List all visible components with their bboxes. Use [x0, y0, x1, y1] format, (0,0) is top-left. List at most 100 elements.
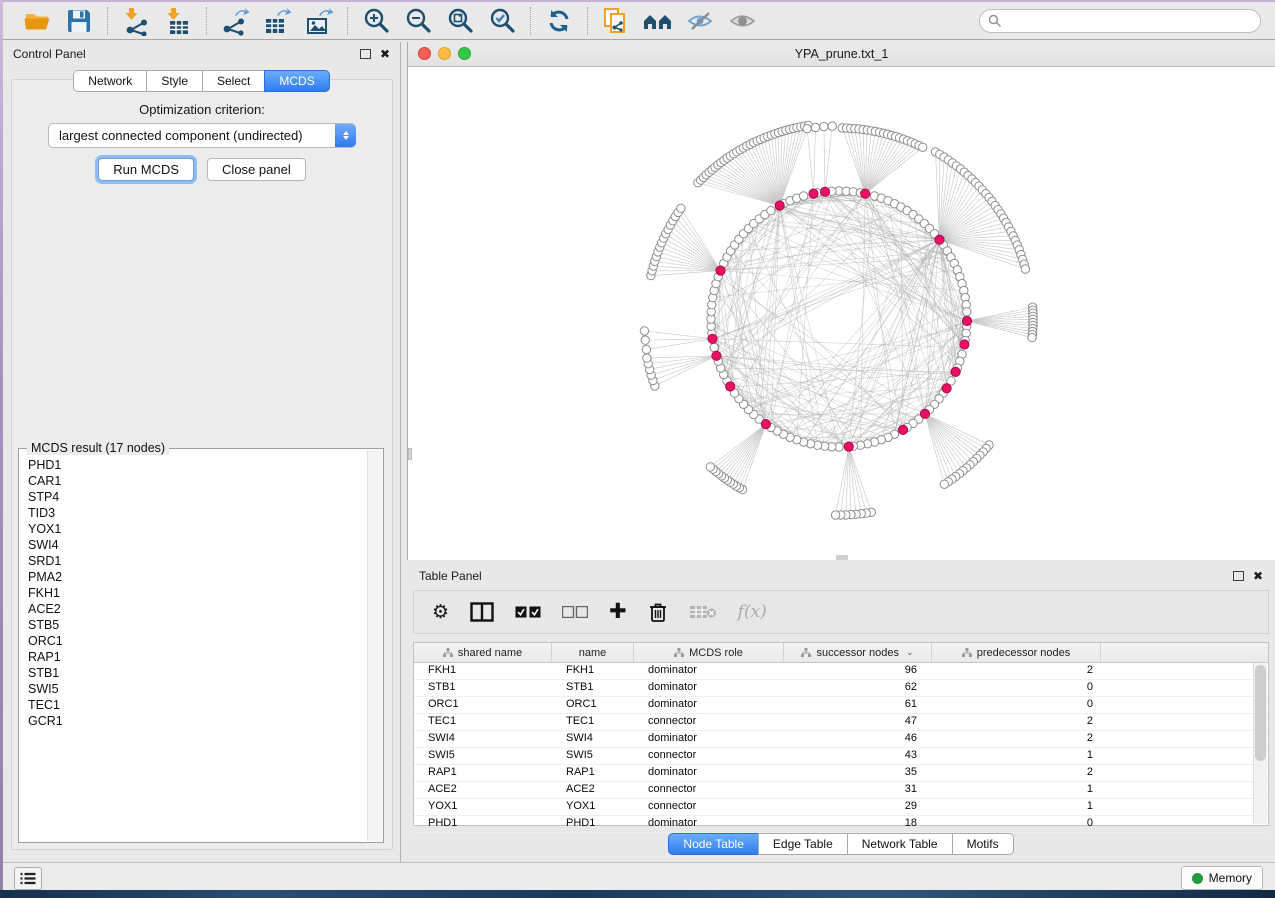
- table-row[interactable]: RAP1RAP1dominator352: [414, 765, 1268, 782]
- table-cell: connector: [634, 782, 784, 798]
- table-row[interactable]: FKH1FKH1dominator962: [414, 663, 1268, 680]
- mcds-result-item[interactable]: SWI5: [20, 681, 368, 697]
- column-type-icon: [674, 648, 684, 657]
- zoom-in-button[interactable]: [361, 6, 391, 36]
- function-icon: f(x): [738, 602, 767, 622]
- table-cell: ORC1: [414, 697, 552, 713]
- desktop-wallpaper-bottom: [0, 890, 1275, 898]
- tab-motifs[interactable]: Motifs: [952, 833, 1014, 855]
- mcds-result-item[interactable]: CAR1: [20, 473, 368, 489]
- tab-network[interactable]: Network: [73, 70, 146, 92]
- table-row[interactable]: YOX1YOX1connector291: [414, 799, 1268, 816]
- mcds-result-item[interactable]: RAP1: [20, 649, 368, 665]
- deselect-all-columns-button[interactable]: [562, 600, 588, 624]
- close-panel-icon[interactable]: ✖: [380, 49, 390, 59]
- mcds-result-item[interactable]: PMA2: [20, 569, 368, 585]
- table-cell: 1: [932, 799, 1101, 815]
- optimization-criterion-select[interactable]: largest connected component (undirected): [48, 123, 356, 148]
- search-input[interactable]: [979, 9, 1261, 33]
- table-row[interactable]: SWI5SWI5connector431: [414, 748, 1268, 765]
- mcds-result-list[interactable]: PHD1CAR1STP4TID3YOX1SWI4SRD1PMA2FKH1ACE2…: [20, 457, 368, 841]
- control-panel-title: Control Panel: [13, 47, 86, 61]
- column-header-predecessor-nodes[interactable]: predecessor nodes: [932, 643, 1101, 662]
- table-cell: FKH1: [414, 663, 552, 679]
- first-neighbors-button[interactable]: [643, 6, 673, 36]
- save-icon: [66, 8, 92, 34]
- table-cell: 46: [784, 731, 932, 747]
- table-scrollbar[interactable]: [1253, 663, 1267, 824]
- column-header-name[interactable]: name: [552, 643, 634, 662]
- mcds-result-item[interactable]: GCR1: [20, 713, 368, 729]
- export-image-button[interactable]: [304, 6, 334, 36]
- zoom-selected-button[interactable]: [487, 6, 517, 36]
- mcds-result-item[interactable]: STB1: [20, 665, 368, 681]
- mcds-result-item[interactable]: ORC1: [20, 633, 368, 649]
- minimize-window-icon[interactable]: [438, 47, 451, 60]
- show-panel-list-button[interactable]: [14, 867, 42, 890]
- open-button[interactable]: [22, 6, 52, 36]
- import-network-button[interactable]: [121, 6, 151, 36]
- maximize-window-icon[interactable]: [458, 47, 471, 60]
- export-network-button[interactable]: [220, 6, 250, 36]
- mcds-result-item[interactable]: STB5: [20, 617, 368, 633]
- close-panel-icon[interactable]: ✖: [1253, 571, 1263, 581]
- mcds-list-scrollbar[interactable]: [367, 450, 382, 841]
- export-table-button[interactable]: [262, 6, 292, 36]
- table-row[interactable]: STB1STB1dominator620: [414, 680, 1268, 697]
- memory-button[interactable]: Memory: [1181, 866, 1263, 890]
- mcds-result-item[interactable]: PHD1: [20, 457, 368, 473]
- tab-select[interactable]: Select: [202, 70, 264, 92]
- split-panel-button[interactable]: [470, 600, 494, 624]
- zoom-fit-button[interactable]: [445, 6, 475, 36]
- mcds-result-item[interactable]: SRD1: [20, 553, 368, 569]
- import-table-button[interactable]: [163, 6, 193, 36]
- mcds-result-item[interactable]: FKH1: [20, 585, 368, 601]
- table-cell: 43: [784, 748, 932, 764]
- network-vertical-scrollbar-thumb[interactable]: [408, 448, 412, 460]
- table-row[interactable]: TEC1TEC1connector472: [414, 714, 1268, 731]
- table-row[interactable]: ORC1ORC1dominator610: [414, 697, 1268, 714]
- select-all-columns-button[interactable]: [515, 600, 541, 624]
- column-header-successor-nodes[interactable]: successor nodes⌄: [784, 643, 932, 662]
- column-settings-button[interactable]: ⚙: [432, 600, 449, 624]
- column-header-mcds-role[interactable]: MCDS role: [634, 643, 784, 662]
- mcds-result-item[interactable]: SWI4: [20, 537, 368, 553]
- network-graph[interactable]: [408, 67, 1275, 560]
- new-network-from-selection-button[interactable]: [601, 6, 631, 36]
- network-canvas[interactable]: [408, 67, 1275, 560]
- table-cell: 31: [784, 782, 932, 798]
- list-icon: [20, 872, 36, 885]
- zoom-out-button[interactable]: [403, 6, 433, 36]
- zoom-fit-icon: [446, 7, 474, 35]
- search-field[interactable]: [979, 9, 1261, 33]
- mcds-result-item[interactable]: ACE2: [20, 601, 368, 617]
- float-panel-icon[interactable]: [360, 49, 371, 59]
- save-button[interactable]: [64, 6, 94, 36]
- mcds-result-item[interactable]: TEC1: [20, 697, 368, 713]
- run-mcds-button[interactable]: Run MCDS: [98, 158, 194, 181]
- network-window-titlebar[interactable]: YPA_prune.txt_1: [408, 42, 1275, 67]
- add-column-button[interactable]: ✚: [609, 600, 627, 624]
- tab-node-table[interactable]: Node Table: [668, 833, 758, 855]
- delete-column-button[interactable]: [648, 600, 668, 624]
- network-horizontal-scrollbar-thumb[interactable]: [836, 555, 848, 560]
- table-row[interactable]: ACE2ACE2connector311: [414, 782, 1268, 799]
- mcds-result-item[interactable]: TID3: [20, 505, 368, 521]
- table-row[interactable]: PHD1PHD1dominator180: [414, 816, 1268, 833]
- show-all-button[interactable]: [727, 6, 757, 36]
- float-panel-icon[interactable]: [1233, 571, 1244, 581]
- table-scrollbar-thumb[interactable]: [1255, 665, 1266, 761]
- close-panel-button[interactable]: Close panel: [207, 158, 306, 181]
- close-window-icon[interactable]: [418, 47, 431, 60]
- apply-layout-button[interactable]: [544, 6, 574, 36]
- mcds-result-item[interactable]: YOX1: [20, 521, 368, 537]
- mcds-result-item[interactable]: STP4: [20, 489, 368, 505]
- column-header-shared-name[interactable]: shared name: [414, 643, 552, 662]
- tab-edge-table[interactable]: Edge Table: [758, 833, 847, 855]
- table-row[interactable]: SWI4SWI4dominator462: [414, 731, 1268, 748]
- table-cell: 96: [784, 663, 932, 679]
- tab-network-table[interactable]: Network Table: [847, 833, 952, 855]
- tab-mcds[interactable]: MCDS: [264, 70, 329, 92]
- hide-selected-button[interactable]: [685, 6, 715, 36]
- tab-style[interactable]: Style: [146, 70, 202, 92]
